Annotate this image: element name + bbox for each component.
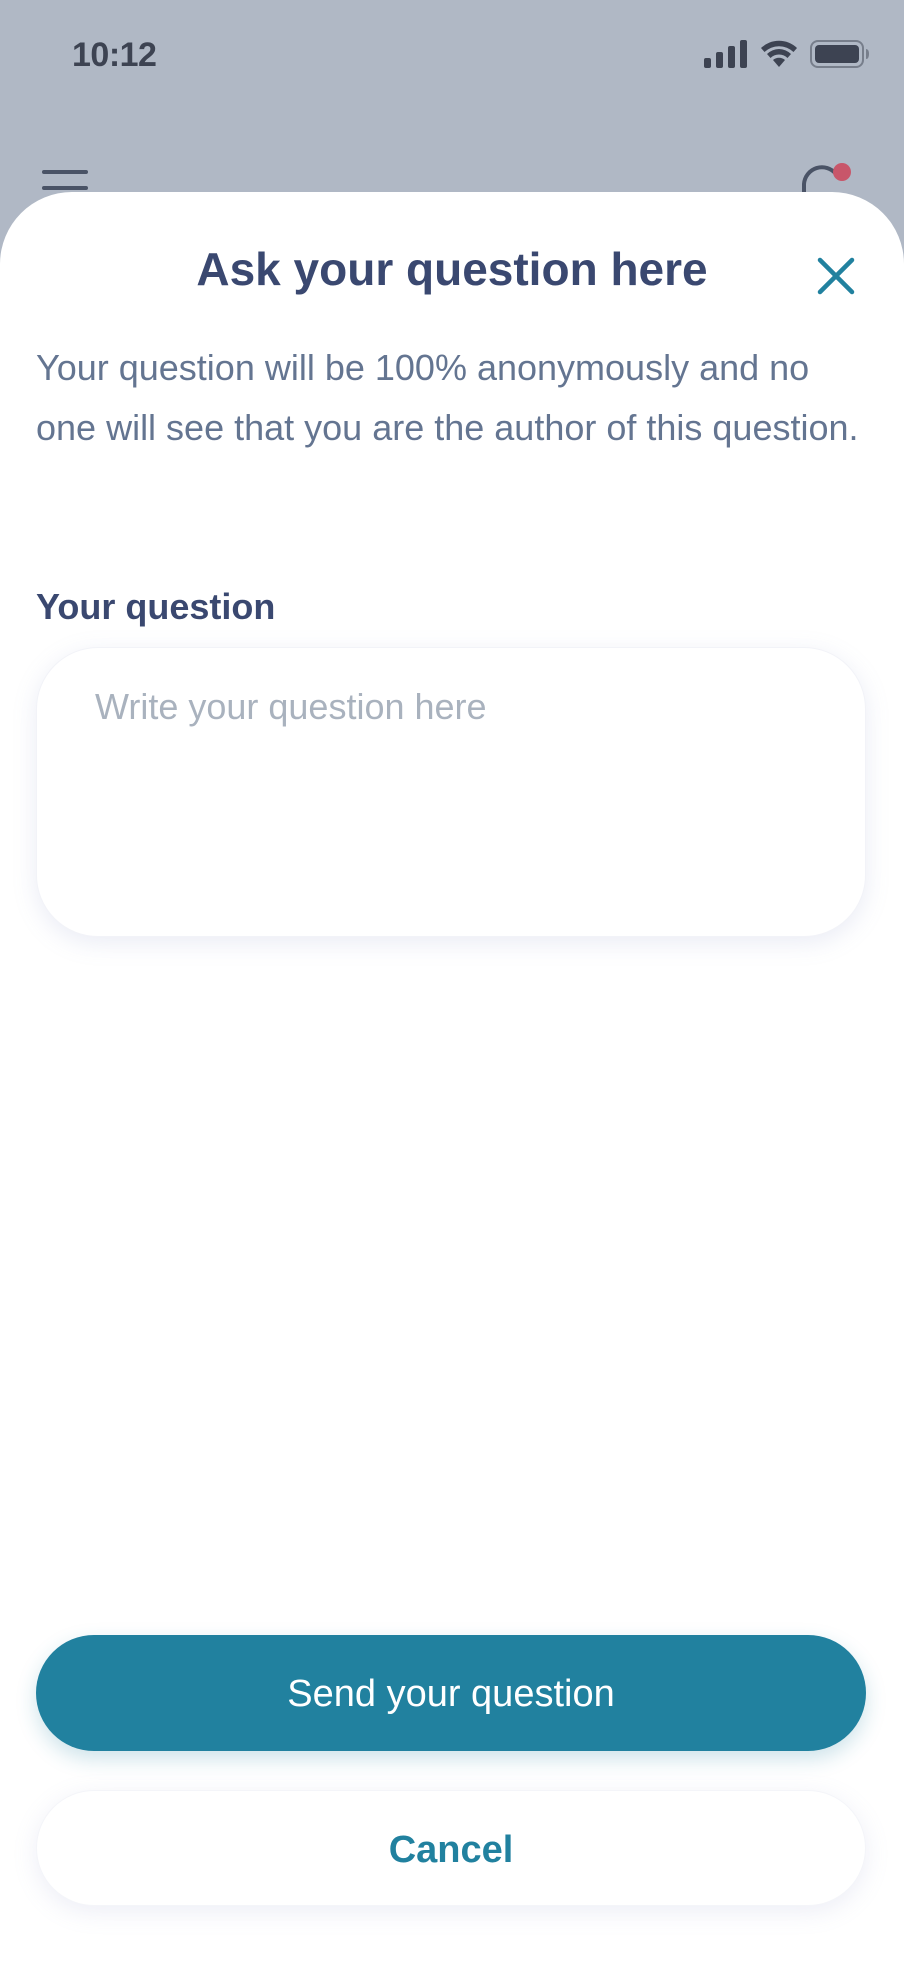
- cellular-signal-icon: [704, 40, 748, 68]
- close-button[interactable]: [812, 252, 860, 300]
- anonymity-description: Your question will be 100% anonymously a…: [36, 347, 859, 448]
- ask-question-sheet: Ask your question here Your question wil…: [0, 192, 904, 1964]
- wifi-icon: [760, 40, 798, 68]
- question-input[interactable]: [36, 647, 866, 937]
- battery-icon: [810, 40, 870, 68]
- status-time: 10:12: [72, 36, 157, 74]
- cancel-button[interactable]: Cancel: [36, 1790, 866, 1906]
- question-field-label: Your question: [36, 586, 276, 627]
- screen: 10:12 Ask your question here Your questi…: [0, 0, 904, 1964]
- status-icons: [704, 40, 870, 68]
- status-bar: 10:12: [0, 0, 904, 110]
- close-icon: [812, 257, 860, 304]
- send-question-button[interactable]: Send your question: [36, 1635, 866, 1751]
- sheet-title: Ask your question here: [196, 243, 708, 295]
